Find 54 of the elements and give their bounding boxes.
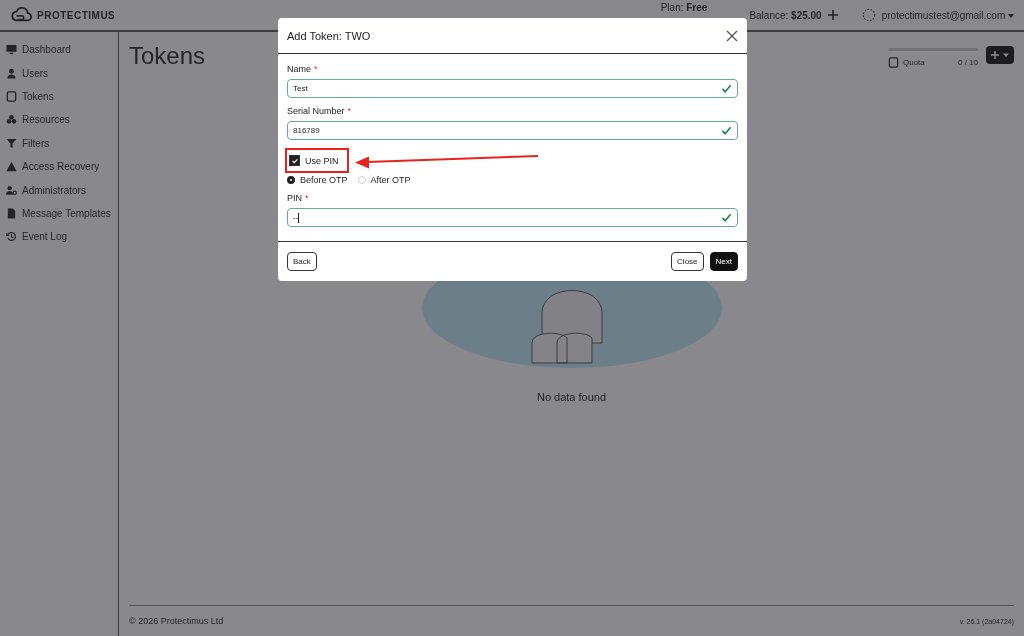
plan-text: Plan: Free bbox=[660, 2, 708, 13]
pin-field[interactable]: -- bbox=[287, 208, 738, 227]
avatar-icon bbox=[861, 8, 876, 22]
sidebar-item[interactable]: Message Templates bbox=[0, 201, 118, 226]
quota-count: 0 / 10 bbox=[958, 58, 978, 67]
tablet-icon bbox=[888, 57, 899, 68]
users-icon bbox=[6, 184, 17, 196]
field-label: Name bbox=[287, 64, 311, 74]
radio-option[interactable]: After OTP bbox=[357, 175, 411, 185]
sidebar-item[interactable]: Access Recovery bbox=[0, 154, 118, 179]
required-mark: * bbox=[347, 106, 352, 116]
sidebar-item[interactable]: Users bbox=[0, 61, 118, 85]
cubes-icon bbox=[6, 114, 17, 126]
quota-label: Quota bbox=[903, 58, 926, 67]
dialog-button[interactable]: Next bbox=[709, 252, 738, 271]
close-icon[interactable] bbox=[726, 29, 738, 42]
sidebar-item[interactable]: Administrators bbox=[0, 178, 118, 202]
add-token-button[interactable] bbox=[986, 46, 1014, 64]
brand-name: PROTECTIMUS bbox=[37, 9, 116, 21]
checkbox[interactable] bbox=[289, 155, 300, 166]
dialog-button[interactable]: Back bbox=[287, 252, 317, 271]
dialog-title: Add Token: TWO bbox=[287, 29, 371, 42]
text-field[interactable]: 816789 bbox=[287, 121, 738, 140]
page-title: Tokens bbox=[129, 42, 206, 70]
text-field[interactable]: Test bbox=[287, 79, 738, 98]
field-label: Serial Number bbox=[287, 106, 345, 116]
copyright-text: © 2026 Protectimus Ltd bbox=[129, 616, 224, 626]
plus-caret-icon bbox=[991, 51, 1009, 59]
document-icon bbox=[6, 207, 17, 219]
warning-icon bbox=[6, 161, 17, 173]
filter-icon bbox=[6, 137, 17, 149]
cloud-logo-icon bbox=[10, 6, 32, 24]
field-label: PIN bbox=[287, 193, 302, 203]
add-balance-button[interactable] bbox=[827, 10, 838, 20]
caret-icon bbox=[1008, 13, 1014, 18]
required-mark: * bbox=[305, 193, 309, 203]
balance-text: Balance: $25.00 bbox=[749, 9, 822, 21]
sidebar-item[interactable]: Tokens bbox=[0, 84, 118, 109]
user-icon bbox=[6, 67, 17, 79]
required-mark: * bbox=[314, 64, 318, 74]
use-pin-checkbox[interactable]: Use PIN bbox=[285, 148, 349, 173]
radio-option[interactable]: Before OTP bbox=[287, 175, 348, 185]
sidebar-item[interactable]: Dashboard bbox=[0, 38, 118, 62]
sidebar-item[interactable]: Filters bbox=[0, 131, 118, 155]
sidebar-item[interactable]: Event Log bbox=[0, 225, 118, 249]
check-icon bbox=[290, 156, 299, 165]
user-menu[interactable]: protectimustest@gmail.com bbox=[881, 9, 1014, 21]
radio-button[interactable] bbox=[287, 176, 295, 184]
tablet-icon bbox=[6, 90, 17, 102]
dialog-button[interactable]: Close bbox=[671, 252, 704, 271]
history-icon bbox=[6, 231, 17, 243]
empty-state-text: No data found bbox=[536, 390, 607, 403]
monitor-icon bbox=[6, 44, 17, 56]
sidebar-item[interactable]: Resources bbox=[0, 108, 118, 132]
